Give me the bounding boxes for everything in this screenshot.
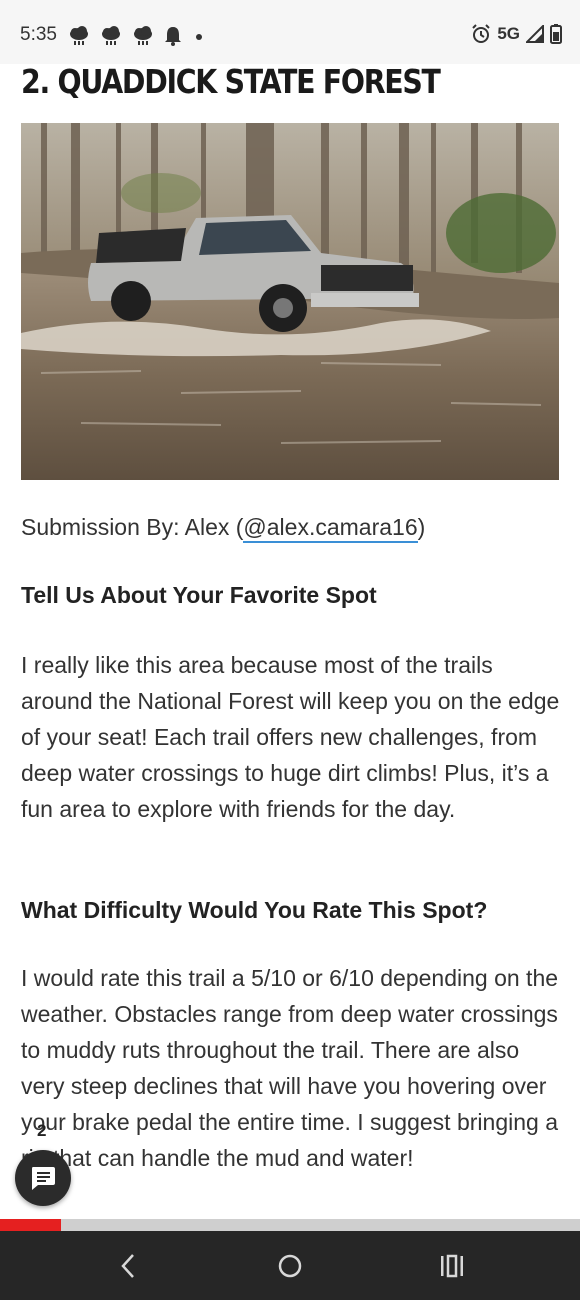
submission-line: Submission By: Alex (@alex.camara16) (21, 514, 561, 543)
navigation-bar (0, 1231, 580, 1300)
difficulty-heading: What Difficulty Would You Rate This Spot… (21, 897, 488, 923)
comment-count: 2 (37, 1121, 47, 1140)
back-icon (121, 1254, 134, 1278)
reading-progress-fill (0, 1219, 61, 1231)
recents-icon (441, 1254, 463, 1278)
dot-icon (196, 34, 202, 40)
network-type: 5G (497, 24, 520, 43)
comments-button[interactable] (15, 1150, 71, 1206)
cloud-rain-icon (102, 26, 120, 45)
difficulty-paragraph: I would rate this trail a 5/10 or 6/10 d… (21, 965, 559, 1171)
article-image[interactable] (21, 123, 559, 480)
back-button[interactable] (108, 1251, 148, 1281)
recents-button[interactable] (432, 1251, 472, 1281)
cloud-rain-icon (70, 26, 88, 45)
bell-icon (165, 27, 181, 46)
truck-water-crossing-photo (21, 123, 559, 480)
favorite-spot-paragraph: I really like this area because most of … (21, 652, 560, 822)
home-button[interactable] (270, 1251, 310, 1281)
home-icon (278, 1254, 302, 1278)
comment-icon (32, 1167, 55, 1190)
submission-suffix: ) (417, 514, 426, 540)
article-heading: 2. QUADDICK STATE FOREST (21, 62, 441, 101)
favorite-spot-heading: Tell Us About Your Favorite Spot (21, 582, 377, 608)
status-bar: 5:35 5G (0, 0, 580, 64)
alarm-icon (472, 24, 491, 43)
submitter-handle-link[interactable]: @alex.camara16 (243, 514, 418, 543)
signal-icon (526, 25, 544, 43)
notification-icons (68, 26, 206, 46)
status-right: 5G (471, 24, 562, 44)
submission-prefix: Submission By: Alex ( (21, 514, 244, 540)
reading-progress-bar (0, 1219, 580, 1231)
cloud-rain-icon (134, 26, 152, 45)
battery-icon (550, 24, 562, 44)
status-time: 5:35 (20, 24, 57, 45)
